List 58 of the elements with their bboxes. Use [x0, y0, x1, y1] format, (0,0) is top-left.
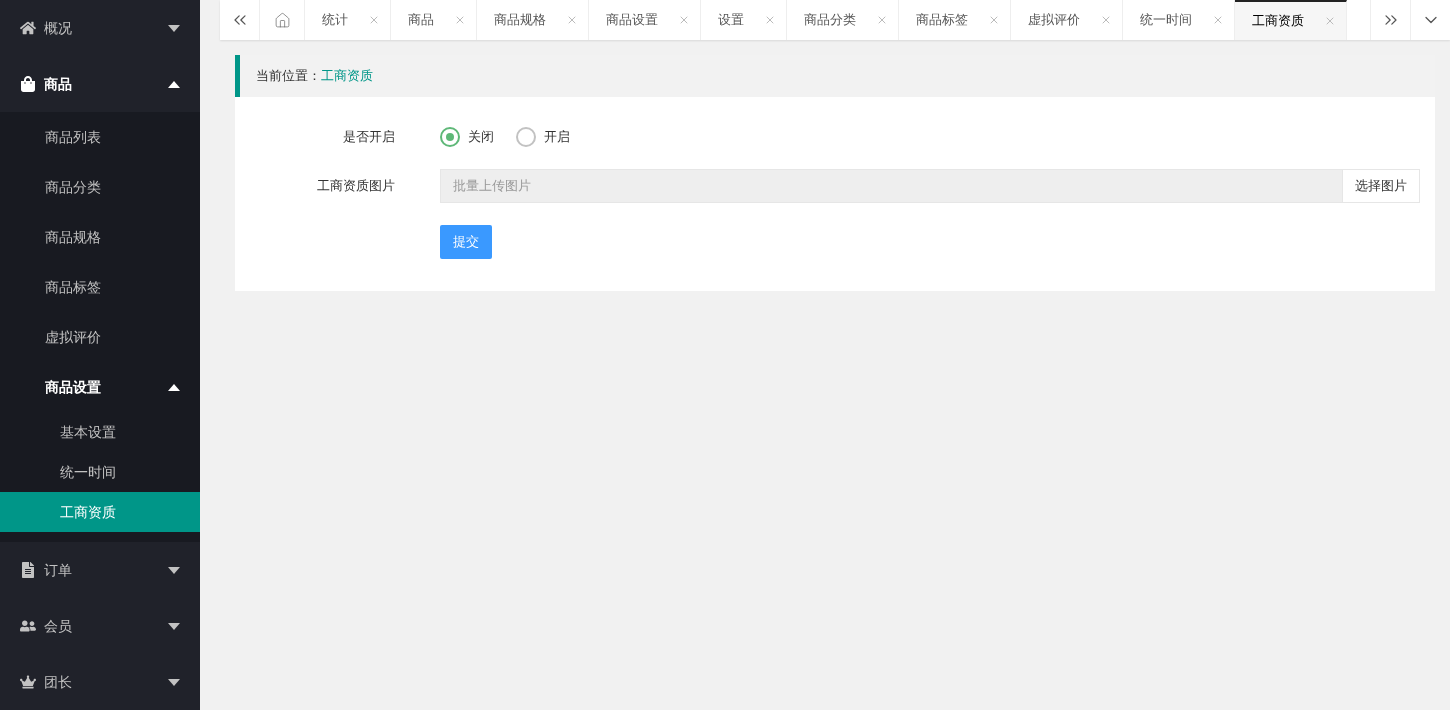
close-icon[interactable]	[988, 14, 1000, 26]
close-icon[interactable]	[1324, 15, 1336, 27]
tab[interactable]: 商品	[391, 0, 477, 40]
submenu-item[interactable]: 基本设置	[0, 412, 200, 452]
tab[interactable]: 商品标签	[899, 0, 1011, 40]
submenu-item[interactable]: 商品设置	[0, 362, 200, 412]
home-icon	[273, 11, 291, 29]
close-icon[interactable]	[368, 14, 380, 26]
sidebar-item[interactable]: 团长	[0, 654, 200, 710]
submenu-item[interactable]: 工商资质	[0, 492, 200, 532]
tab-label: 虚拟评价	[1028, 11, 1080, 30]
submenu-item[interactable]: 统一时间	[0, 452, 200, 492]
field-label: 是否开启	[342, 128, 395, 147]
tab[interactable]: 商品分类	[787, 0, 899, 40]
tab-label: 商品设置	[606, 11, 658, 30]
close-icon[interactable]	[566, 14, 578, 26]
radio-button[interactable]	[516, 127, 536, 147]
radio-option[interactable]: 关闭	[440, 127, 494, 147]
tab-label: 商品标签	[916, 11, 968, 30]
tab-label: 统一时间	[1140, 11, 1192, 30]
tab-label: 设置	[718, 11, 744, 30]
sidebar-item[interactable]: 概况	[0, 0, 200, 56]
close-icon[interactable]	[678, 14, 690, 26]
upload-field[interactable]: 批量上传图片 选择图片	[440, 169, 1420, 203]
submenu-item[interactable]: 商品标签	[0, 262, 200, 312]
crown-icon	[20, 674, 36, 690]
radio-button[interactable]	[440, 127, 460, 147]
tab[interactable]: 商品规格	[477, 0, 589, 40]
choose-image-button[interactable]: 选择图片	[1342, 170, 1419, 202]
tab-label: 商品规格	[494, 11, 546, 30]
tab-label: 工商资质	[1252, 12, 1304, 31]
sidebar-item[interactable]: 订单	[0, 542, 200, 598]
sidebar-item[interactable]: 商品	[0, 56, 200, 112]
document-icon	[20, 562, 36, 578]
tab-label: 统计	[322, 11, 348, 30]
submenu-item[interactable]: 虚拟评价	[0, 312, 200, 362]
tab[interactable]: 商品设置	[589, 0, 701, 40]
bag-icon	[20, 76, 36, 92]
home-icon	[20, 20, 36, 36]
tab[interactable]: 设置	[701, 0, 787, 40]
tab[interactable]: 工商资质	[1235, 0, 1347, 40]
sidebar-item[interactable]: 会员	[0, 598, 200, 654]
close-icon[interactable]	[1212, 14, 1224, 26]
tab-label: 商品分类	[804, 11, 856, 30]
close-icon[interactable]	[876, 14, 888, 26]
tab-label: 商品	[408, 11, 434, 30]
submenu-item[interactable]: 商品分类	[0, 162, 200, 212]
submenu-item[interactable]: 商品规格	[0, 212, 200, 262]
close-icon[interactable]	[454, 14, 466, 26]
tab[interactable]: 虚拟评价	[1011, 0, 1123, 40]
field-label: 工商资质图片	[316, 177, 395, 196]
close-icon[interactable]	[1100, 14, 1112, 26]
users-icon	[20, 618, 36, 634]
breadcrumb-label: 当前位置：	[256, 67, 321, 86]
radio-option[interactable]: 开启	[516, 127, 570, 147]
close-icon[interactable]	[764, 14, 776, 26]
submenu-item[interactable]: 商品列表	[0, 112, 200, 162]
tab[interactable]: 统计	[305, 0, 391, 40]
